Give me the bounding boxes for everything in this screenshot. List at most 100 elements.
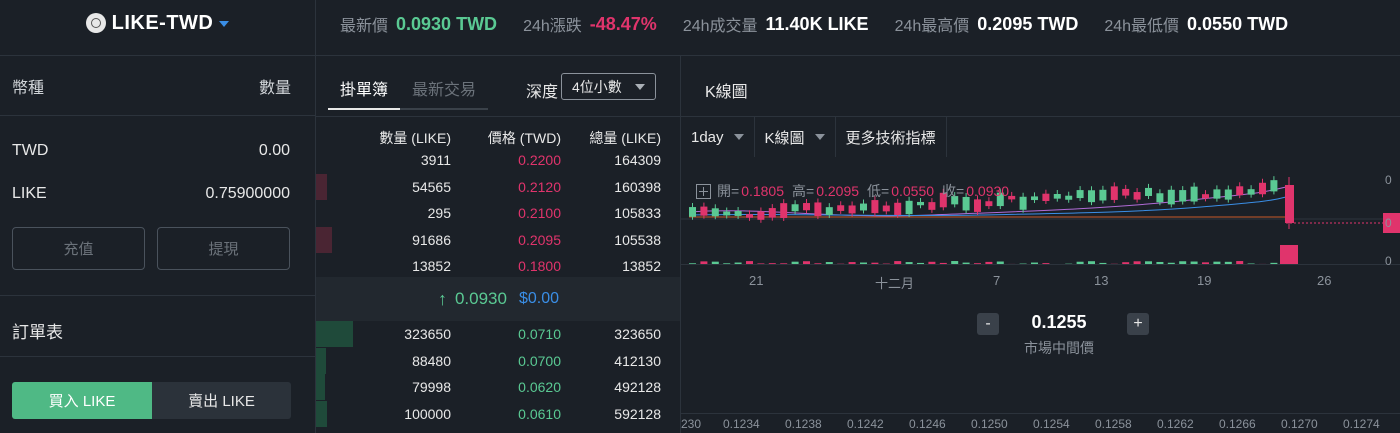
interval-dropdown[interactable]: 1day <box>681 117 755 157</box>
ask-order-row[interactable]: 295 0.2100 105833 <box>316 200 680 226</box>
low-label: 低= <box>867 183 890 199</box>
candle <box>734 211 742 216</box>
order-price: 0.1800 <box>518 258 561 274</box>
expand-icon[interactable] <box>696 183 711 199</box>
candle <box>1122 188 1130 196</box>
sell-like-tab[interactable]: 賣出 LIKE <box>152 382 291 419</box>
mid-price-value: 0.1255 <box>1031 312 1087 332</box>
change-24h-label: 24h漲跌 <box>523 18 582 35</box>
depth-price-tick: 0.1250 <box>971 417 1008 431</box>
bid-order-row[interactable]: 323650 0.0710 323650 <box>316 321 680 347</box>
depth-price-tick: 0.1262 <box>1157 417 1194 431</box>
depth-price-tick: 0.1274 <box>1343 417 1380 431</box>
right-axis-label: 0 <box>1385 216 1392 230</box>
order-total: 13852 <box>622 258 661 274</box>
chart-type-dropdown[interactable]: K線圖 <box>755 117 836 157</box>
candle <box>974 199 981 212</box>
depth-precision-select[interactable]: 4位小數 <box>561 73 656 100</box>
withdraw-button[interactable]: 提現 <box>157 227 290 270</box>
order-price: 0.0710 <box>518 326 561 342</box>
tab-order-book[interactable]: 掛單簿 <box>328 76 401 110</box>
candle <box>871 200 879 214</box>
order-total: 164309 <box>614 152 661 168</box>
order-amount: 91686 <box>412 231 451 248</box>
indicators-button[interactable]: 更多技術指標 <box>836 117 947 157</box>
market-stats: 最新價 0.0930 TWD 24h漲跌 -48.47% 24h成交量 11.4… <box>340 0 1314 48</box>
wallet-panel: 幣種 數量 TWD 0.00 LIKE 0.75900000 充值 提現 訂單表… <box>0 56 316 433</box>
bid-order-row[interactable]: 88480 0.0700 412130 <box>316 347 680 374</box>
order-amount: 100000 <box>404 405 451 422</box>
candle <box>1088 190 1095 203</box>
order-book-column-headers: 數量 (LIKE) 價格 (TWD) 總量 (LIKE) <box>316 128 680 148</box>
candle <box>1110 186 1118 200</box>
change-24h-value: -48.47% <box>589 13 657 34</box>
trade-side-tabs: 買入 LIKE 賣出 LIKE <box>12 382 291 419</box>
pair-name: LIKE-TWD <box>111 11 214 34</box>
depth-price-tick: 0.1254 <box>1033 417 1070 431</box>
caret-down-icon <box>733 134 744 140</box>
last-trade-row: ↑ 0.0930 $0.00 <box>316 277 680 321</box>
candle <box>1270 180 1278 192</box>
caret-down-icon <box>219 21 230 27</box>
balance-currency: LIKE <box>12 185 47 202</box>
candle <box>791 204 799 212</box>
order-price: 0.2095 <box>518 231 561 248</box>
date-tick: 19 <box>1197 273 1212 288</box>
zoom-in-button[interactable]: + <box>1127 313 1149 335</box>
open-label: 開= <box>717 183 740 199</box>
currency-column-header: 幣種 <box>12 79 45 97</box>
divider <box>0 356 316 357</box>
right-axis-label: 0 <box>1385 173 1392 187</box>
mid-price-label: 市場中間價 <box>1024 340 1094 356</box>
candle <box>848 205 856 214</box>
candle <box>711 208 719 217</box>
order-price: 0.2120 <box>518 178 561 195</box>
top-bar: LIKE-TWD 最新價 0.0930 TWD 24h漲跌 -48.47% 24… <box>0 0 1400 56</box>
ask-order-row[interactable]: 13852 0.1800 13852 <box>316 253 680 279</box>
depth-bar <box>316 173 327 200</box>
candle <box>928 202 936 210</box>
candle <box>1042 193 1050 201</box>
order-total: 323650 <box>614 326 661 342</box>
candle <box>860 203 867 211</box>
date-tick: 十二月 <box>875 276 915 291</box>
chart-toolbar: 1day K線圖 更多技術指標 <box>681 117 947 157</box>
right-axis-label: 0 <box>1385 254 1392 268</box>
candle <box>825 207 833 215</box>
low-24h-value: 0.0550 TWD <box>1187 13 1289 34</box>
candle <box>1285 185 1294 223</box>
pair-selector[interactable]: LIKE-TWD <box>0 0 316 56</box>
amount-column-header: 數量 (LIKE) <box>379 130 451 146</box>
volume-bar <box>1280 245 1298 265</box>
candle <box>1019 196 1027 210</box>
candle <box>1156 193 1164 203</box>
candlestick-chart[interactable] <box>681 157 1400 273</box>
depth-price-tick: 0.1270 <box>1281 417 1318 431</box>
date-tick: 26 <box>1317 273 1332 288</box>
ask-order-row[interactable]: 3911 0.2200 164309 <box>316 147 680 173</box>
order-book-panel: 掛單簿 最新交易 深度 4位小數 數量 (LIKE) 價格 (TWD) 總量 (… <box>316 56 681 433</box>
order-total: 492128 <box>614 379 661 395</box>
order-amount: 323650 <box>404 326 451 342</box>
high-24h-value: 0.2095 TWD <box>977 13 1079 34</box>
date-tick: 7 <box>993 273 1001 288</box>
ask-order-row[interactable]: 91686 0.2095 105538 <box>316 226 680 253</box>
candle <box>1031 196 1038 201</box>
candle <box>1247 189 1255 195</box>
last-trade-price: 0.0930 <box>454 289 507 308</box>
zoom-out-button[interactable]: - <box>977 313 999 335</box>
close-value: 0.0930 <box>966 183 1010 199</box>
order-total: 105833 <box>614 205 661 221</box>
total-column-header: 總量 (LIKE) <box>589 130 661 146</box>
deposit-button[interactable]: 充值 <box>12 227 145 270</box>
bid-order-row[interactable]: 79998 0.0620 492128 <box>316 374 680 400</box>
candle <box>768 208 776 218</box>
ohlc-readout: 開= 0.1805 高= 0.2095 低= 0.0550 收= 0.0930 <box>696 181 1017 201</box>
buy-like-tab[interactable]: 買入 LIKE <box>12 382 152 419</box>
ask-order-row[interactable]: 54565 0.2120 160398 <box>316 173 680 200</box>
tab-recent-trades[interactable]: 最新交易 <box>400 76 489 110</box>
bid-order-row[interactable]: 100000 0.0610 592128 <box>316 400 680 427</box>
depth-bar <box>316 400 327 427</box>
candle <box>837 205 845 211</box>
candle <box>1167 189 1175 205</box>
